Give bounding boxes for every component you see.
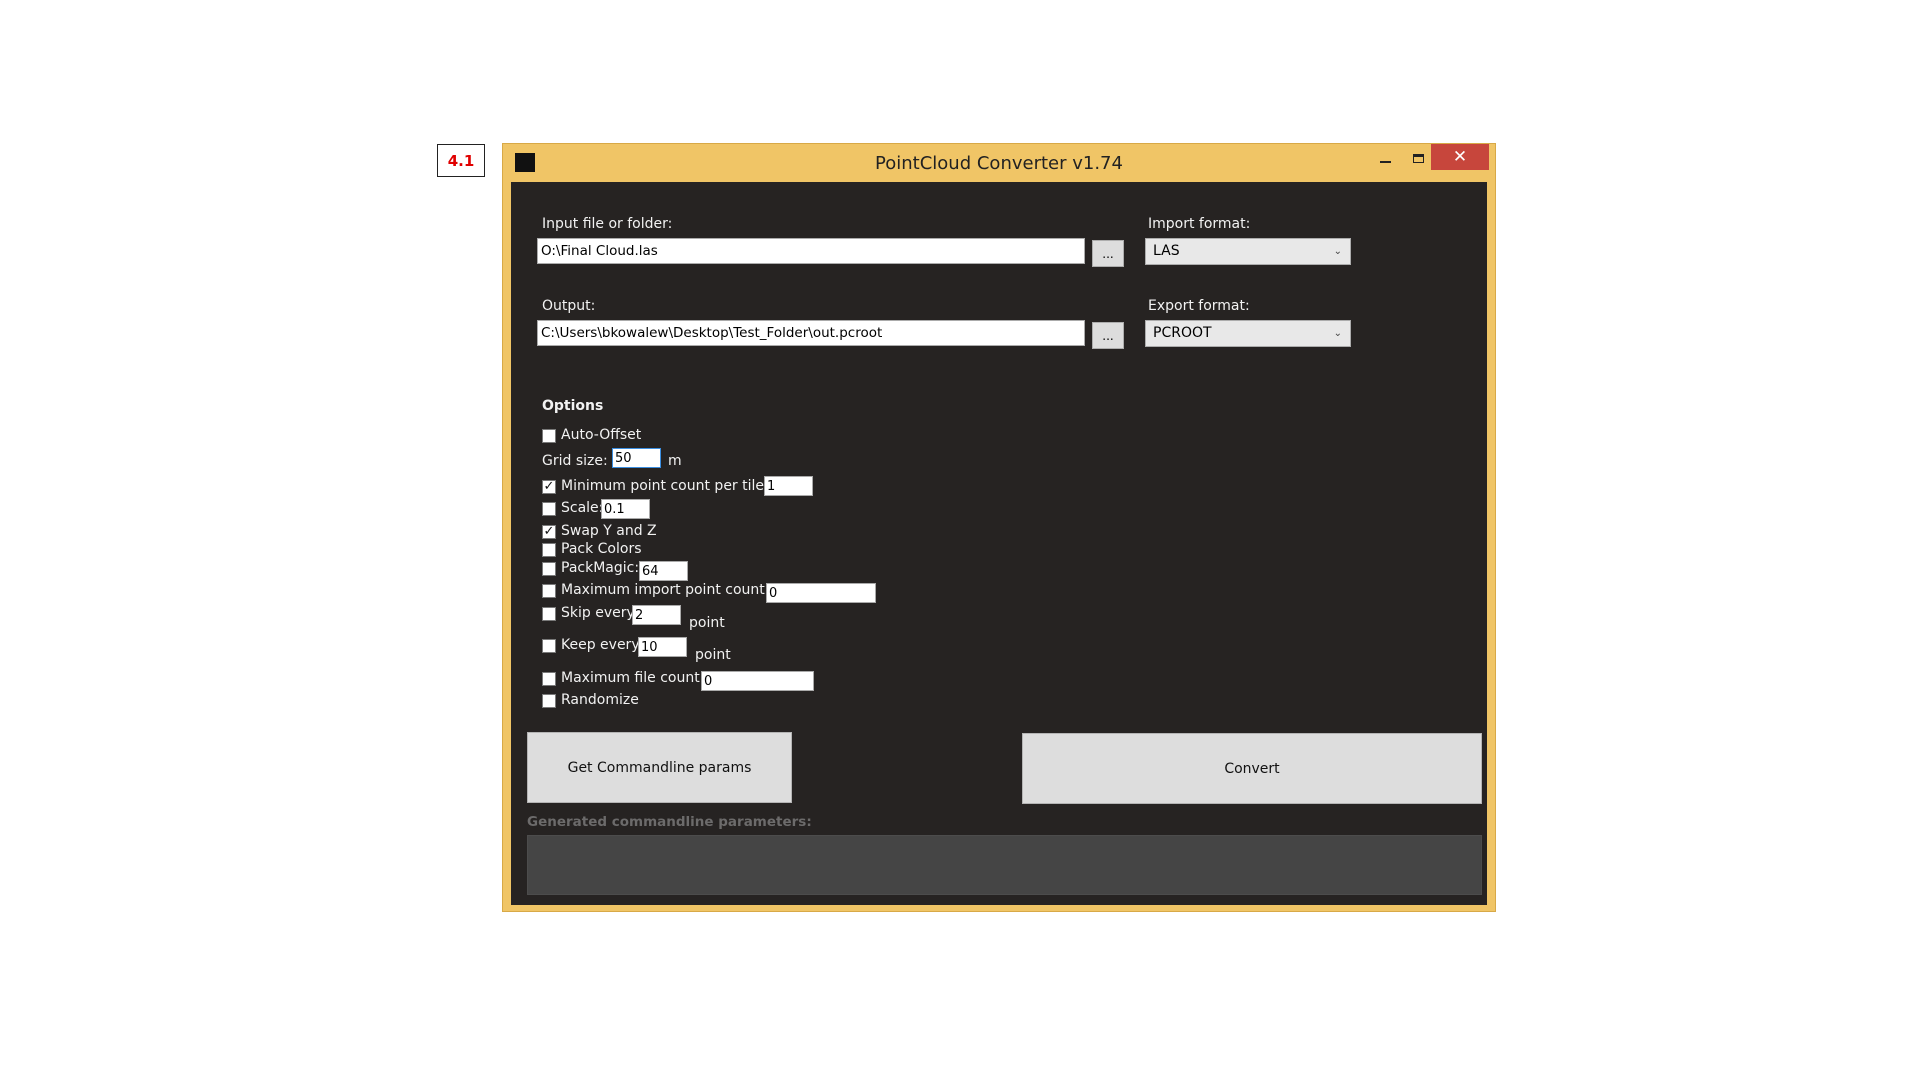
export-format-label: Export format: bbox=[1148, 298, 1250, 314]
min-point-count-label: Minimum point count per tile: bbox=[561, 478, 769, 494]
skip-every-input[interactable]: 2 bbox=[632, 605, 681, 625]
randomize-checkbox[interactable] bbox=[542, 694, 556, 708]
swap-yz-checkbox[interactable]: ✓ bbox=[542, 525, 556, 539]
input-path-field[interactable]: O:\Final Cloud.las bbox=[537, 238, 1085, 264]
step-label: 4.1 bbox=[437, 144, 485, 177]
auto-offset-label: Auto-Offset bbox=[561, 427, 642, 443]
skip-every-checkbox[interactable] bbox=[542, 607, 556, 621]
output-path-field[interactable]: C:\Users\bkowalew\Desktop\Test_Folder\ou… bbox=[537, 320, 1085, 346]
chevron-down-icon: ⌄ bbox=[1333, 328, 1342, 339]
swap-yz-label: Swap Y and Z bbox=[561, 523, 657, 539]
max-import-point-count-input[interactable]: 0 bbox=[766, 583, 876, 603]
maximize-button[interactable] bbox=[1401, 144, 1435, 172]
keep-every-unit: point bbox=[695, 647, 731, 663]
minimize-icon bbox=[1379, 161, 1391, 163]
import-format-value: LAS bbox=[1153, 243, 1180, 259]
pack-magic-checkbox[interactable] bbox=[542, 562, 556, 576]
pack-colors-label: Pack Colors bbox=[561, 541, 642, 557]
keep-every-checkbox[interactable] bbox=[542, 639, 556, 653]
app-window: PointCloud Converter v1.74 ✕ Input file … bbox=[502, 143, 1496, 912]
import-format-select[interactable]: LAS ⌄ bbox=[1145, 238, 1351, 265]
min-point-count-checkbox[interactable]: ✓ bbox=[542, 480, 556, 494]
import-format-label: Import format: bbox=[1148, 216, 1251, 232]
get-commandline-params-button[interactable]: Get Commandline params bbox=[527, 732, 792, 803]
grid-size-unit: m bbox=[668, 453, 682, 469]
pack-magic-input[interactable]: 64 bbox=[639, 561, 688, 581]
max-file-count-checkbox[interactable] bbox=[542, 672, 556, 686]
randomize-label: Randomize bbox=[561, 692, 639, 708]
export-format-select[interactable]: PCROOT ⌄ bbox=[1145, 320, 1351, 347]
chevron-down-icon: ⌄ bbox=[1333, 246, 1342, 257]
output-browse-button[interactable]: ... bbox=[1092, 322, 1124, 349]
title-bar[interactable]: PointCloud Converter v1.74 ✕ bbox=[503, 144, 1495, 182]
input-label: Input file or folder: bbox=[542, 216, 673, 232]
export-format-value: PCROOT bbox=[1153, 325, 1212, 341]
scale-input[interactable]: 0.1 bbox=[601, 499, 650, 519]
minimize-button[interactable] bbox=[1369, 144, 1401, 172]
options-heading: Options bbox=[542, 398, 604, 414]
scale-checkbox[interactable] bbox=[542, 502, 556, 516]
output-label: Output: bbox=[542, 298, 596, 314]
skip-every-unit: point bbox=[689, 615, 725, 631]
generated-params-label: Generated commandline parameters: bbox=[527, 814, 812, 830]
client-area: Input file or folder: O:\Final Cloud.las… bbox=[511, 182, 1487, 905]
keep-every-input[interactable]: 10 bbox=[638, 637, 687, 657]
max-import-point-count-label: Maximum import point count: bbox=[561, 582, 770, 598]
max-import-point-count-checkbox[interactable] bbox=[542, 584, 556, 598]
keep-every-label: Keep every: bbox=[561, 637, 644, 653]
auto-offset-checkbox[interactable] bbox=[542, 429, 556, 443]
convert-button[interactable]: Convert bbox=[1022, 733, 1482, 804]
maximize-icon bbox=[1412, 153, 1424, 163]
scale-label: Scale: bbox=[561, 500, 604, 516]
max-file-count-label: Maximum file count: bbox=[561, 670, 705, 686]
input-browse-button[interactable]: ... bbox=[1092, 240, 1124, 267]
skip-every-label: Skip every: bbox=[561, 605, 639, 621]
close-button[interactable]: ✕ bbox=[1431, 144, 1489, 170]
close-icon: ✕ bbox=[1452, 147, 1468, 167]
generated-params-output[interactable] bbox=[527, 835, 1482, 895]
pack-magic-label: PackMagic: bbox=[561, 560, 640, 576]
max-file-count-input[interactable]: 0 bbox=[701, 671, 814, 691]
min-point-count-input[interactable]: 1 bbox=[764, 476, 813, 496]
window-title: PointCloud Converter v1.74 bbox=[875, 153, 1123, 174]
pack-colors-checkbox[interactable] bbox=[542, 543, 556, 557]
grid-size-label: Grid size: bbox=[542, 453, 608, 469]
grid-size-input[interactable]: 50 bbox=[612, 448, 661, 468]
